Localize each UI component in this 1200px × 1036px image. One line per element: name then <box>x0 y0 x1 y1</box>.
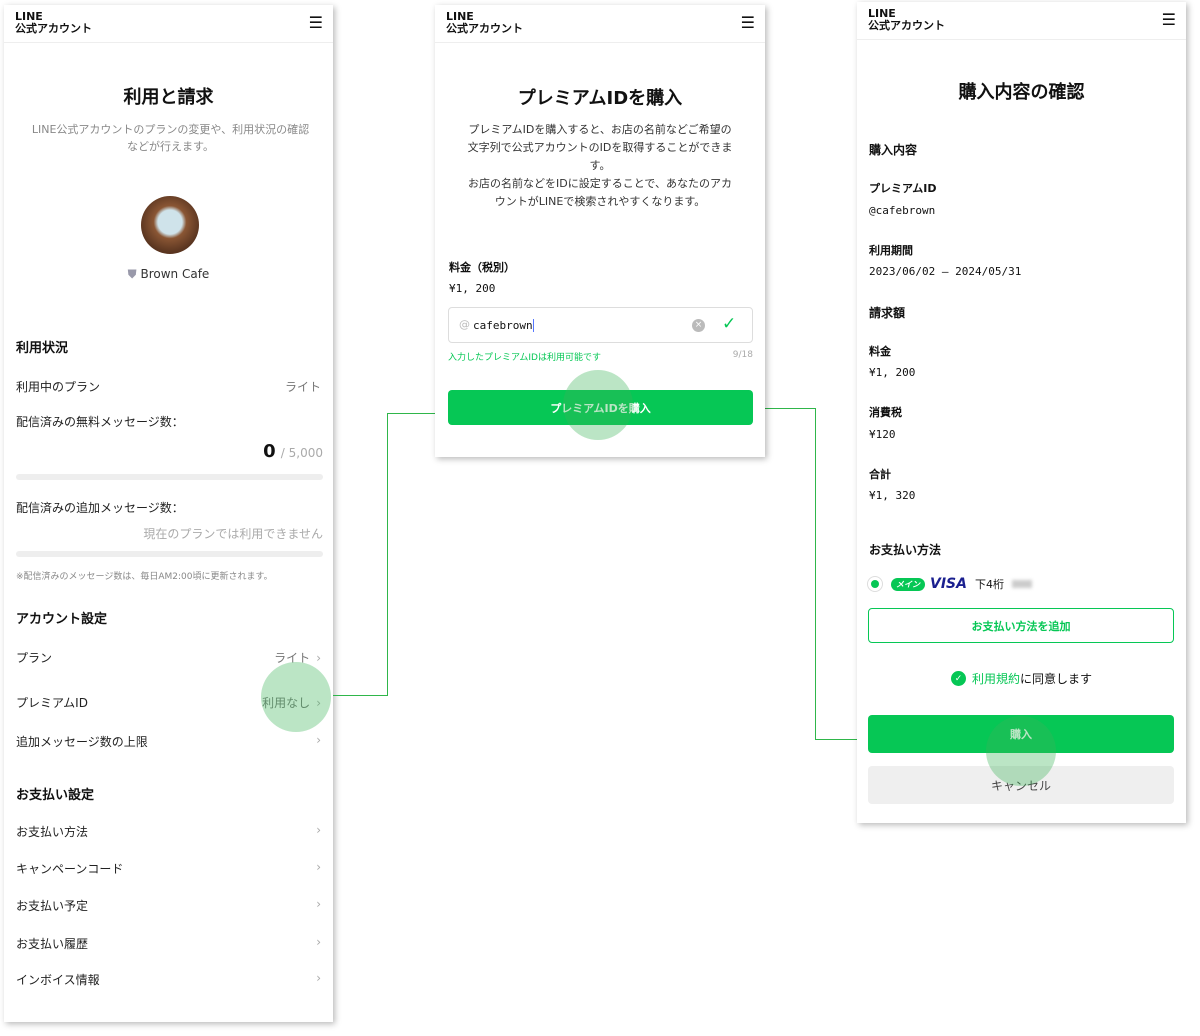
settings-item-message-limit[interactable]: 追加メッセージ数の上限 › <box>16 733 321 750</box>
main-badge: メイン <box>891 577 925 591</box>
app-header: LINE 公式アカウント ☰ <box>435 5 765 43</box>
total-label: 合計 <box>869 468 891 481</box>
usage-note: ※配信済みのメッセージ数は、毎日AM2:00頃に更新されます。 <box>16 572 273 582</box>
account-settings-heading: アカウント設定 <box>16 612 108 627</box>
app-header: LINE 公式アカウント ☰ <box>4 5 333 43</box>
flow-connector <box>333 695 388 696</box>
free-messages-label-row: 配信済みの無料メッセージ数： <box>16 415 184 429</box>
app-header: LINE 公式アカウント ☰ <box>857 2 1186 40</box>
last4-redacted <box>1011 580 1032 588</box>
usage-heading: 利用状況 <box>16 341 69 356</box>
premium-id-input[interactable]: @ cafebrown × ✓ <box>448 307 753 343</box>
tax-label: 消費税 <box>869 406 902 419</box>
purchase-confirmation-screen: LINE 公式アカウント ☰ 購入内容の確認 購入内容 プレミアムID @cafe… <box>857 2 1186 823</box>
hamburger-menu-icon[interactable]: ☰ <box>309 13 323 32</box>
free-messages-count: 0 / 5,000 <box>263 441 323 462</box>
payment-item-method[interactable]: お支払い方法 › <box>16 823 321 840</box>
payment-item-campaign-code[interactable]: キャンペーンコード › <box>16 860 321 877</box>
radio-selected-icon[interactable] <box>867 576 883 592</box>
chevron-right-icon: › <box>316 823 321 837</box>
add-payment-method-button[interactable]: お支払い方法を追加 <box>868 608 1174 643</box>
tap-indicator <box>261 662 331 732</box>
chevron-right-icon: › <box>316 860 321 874</box>
premium-id-label: プレミアムID <box>869 182 937 195</box>
flow-connector <box>815 408 816 739</box>
total-value: ¥1, 320 <box>869 489 916 502</box>
flow-connector <box>387 413 388 696</box>
payment-item-history[interactable]: お支払い履歴 › <box>16 935 321 952</box>
chevron-right-icon: › <box>316 651 321 665</box>
visa-logo: VISA <box>930 576 967 592</box>
char-count: 9/18 <box>732 350 753 360</box>
terms-link[interactable]: 利用規約 <box>972 672 1020 686</box>
period-label: 利用期間 <box>869 244 913 257</box>
tap-indicator <box>986 716 1056 786</box>
page-title: 利用と請求 <box>123 87 214 108</box>
hamburger-menu-icon[interactable]: ☰ <box>1162 10 1176 29</box>
premium-id-value: cafebrown <box>473 319 534 332</box>
line-logo: LINE 公式アカウント <box>446 10 523 35</box>
chevron-right-icon: › <box>316 935 321 949</box>
price-value: ¥1, 200 <box>449 282 496 295</box>
price-label: 料金（税別） <box>449 261 515 274</box>
extra-messages-progress-bar <box>16 551 323 557</box>
extra-messages-value: 現在のプランでは利用できません <box>143 527 323 541</box>
page-title: 購入内容の確認 <box>958 82 1085 103</box>
free-messages-progress-bar <box>16 474 323 480</box>
availability-message: 入力したプレミアムIDは利用可能です <box>448 353 601 363</box>
period-value: 2023/06/02 – 2024/05/31 <box>869 265 1022 278</box>
at-prefix: @ <box>459 318 470 331</box>
premium-id-purchase-screen: LINE 公式アカウント ☰ プレミアムIDを購入 プレミアムIDを購入すると、お… <box>435 5 765 457</box>
premium-id-value: @cafebrown <box>869 204 936 217</box>
page-description: LINE公式アカウントのプランの変更や、利用状況の確認などが行えます。 <box>31 123 310 153</box>
extra-messages-label-row: 配信済みの追加メッセージ数： <box>16 501 184 515</box>
check-circle-icon[interactable]: ✓ <box>950 671 966 686</box>
current-plan-row: 利用中のプラン ライト <box>16 380 321 394</box>
settings-item-plan[interactable]: プラン ライト › <box>16 649 321 666</box>
chevron-right-icon: › <box>316 897 321 911</box>
avatar <box>141 196 199 254</box>
last4-label: 下4桁 <box>974 578 1004 591</box>
line-logo: LINE 公式アカウント <box>868 7 945 32</box>
purchase-heading: 購入内容 <box>869 143 918 157</box>
line-logo: LINE 公式アカウント <box>15 10 92 35</box>
billing-heading: 請求額 <box>869 306 906 320</box>
payment-method-option[interactable]: メイン VISA 下4桁 <box>867 576 1032 592</box>
clear-icon[interactable]: × <box>692 319 705 332</box>
tax-value: ¥120 <box>869 428 896 441</box>
fee-label: 料金 <box>869 345 891 358</box>
shield-icon: ⛊ <box>127 267 137 281</box>
billing-screen: LINE 公式アカウント ☰ 利用と請求 LINE公式アカウントのプランの変更や、… <box>4 5 333 1022</box>
hamburger-menu-icon[interactable]: ☰ <box>741 13 755 32</box>
payment-method-heading: お支払い方法 <box>869 543 942 557</box>
tap-indicator <box>563 370 633 440</box>
account-name: ⛊ Brown Cafe <box>127 267 210 281</box>
check-icon: ✓ <box>722 314 737 334</box>
payment-settings-heading: お支払い設定 <box>16 788 95 803</box>
payment-item-schedule[interactable]: お支払い予定 › <box>16 897 321 914</box>
page-title: プレミアムIDを購入 <box>517 88 683 109</box>
payment-item-invoice[interactable]: インボイス情報 › <box>16 971 321 988</box>
chevron-right-icon: › <box>316 971 321 985</box>
chevron-right-icon: › <box>316 733 321 747</box>
page-description: プレミアムIDを購入すると、お店の名前などご希望の文字列で公式アカウントのIDを… <box>467 123 733 208</box>
fee-value: ¥1, 200 <box>869 366 916 379</box>
terms-agreement[interactable]: ✓ 利用規約に同意します <box>857 670 1186 687</box>
